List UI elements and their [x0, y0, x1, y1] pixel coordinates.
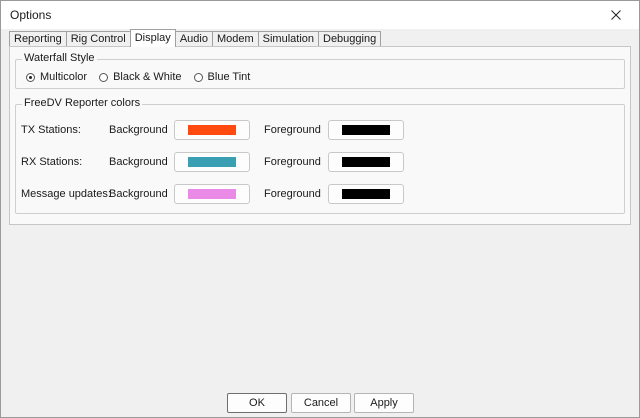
tx-foreground-label: Foreground	[264, 124, 321, 136]
tx-foreground-color-button[interactable]	[328, 120, 404, 140]
tab-audio[interactable]: Audio	[174, 31, 213, 47]
dialog-button-bar: OK Cancel Apply	[1, 382, 639, 418]
radio-black-white[interactable]: Black & White	[99, 71, 182, 83]
radio-button[interactable]	[193, 72, 203, 82]
tab-reporting[interactable]: Reporting	[9, 31, 67, 47]
title-bar: Options	[1, 1, 639, 29]
radio-multicolor-label: Multicolor	[40, 71, 88, 83]
tab-rig-control[interactable]: Rig Control	[65, 31, 131, 47]
rx-foreground-color-button[interactable]	[328, 152, 404, 172]
rx-stations-label: RX Stations:	[21, 156, 83, 168]
rx-foreground-label: Foreground	[264, 156, 321, 168]
rx-background-swatch	[188, 157, 236, 167]
close-icon	[611, 10, 621, 20]
reporter-colors-group: FreeDV Reporter colors TX Stations: Back…	[15, 97, 625, 214]
tx-background-label: Background	[109, 124, 168, 136]
msg-foreground-color-button[interactable]	[328, 184, 404, 204]
tx-background-color-button[interactable]	[174, 120, 250, 140]
close-button[interactable]	[593, 1, 639, 29]
msg-background-color-button[interactable]	[174, 184, 250, 204]
waterfall-style-options: Multicolor Black & White Blue Tint	[26, 71, 262, 83]
apply-button[interactable]: Apply	[354, 393, 414, 413]
msg-foreground-label: Foreground	[264, 188, 321, 200]
waterfall-style-legend: Waterfall Style	[22, 52, 97, 64]
rx-background-label: Background	[109, 156, 168, 168]
radio-button[interactable]	[99, 72, 109, 82]
radio-button-checked[interactable]	[26, 72, 35, 82]
message-updates-row: Message updates: Background Foreground	[16, 184, 624, 204]
reporter-colors-legend: FreeDV Reporter colors	[22, 97, 143, 109]
tab-debugging[interactable]: Debugging	[318, 31, 382, 47]
tx-foreground-swatch	[342, 125, 390, 135]
tx-stations-label: TX Stations:	[21, 124, 81, 136]
msg-foreground-swatch	[342, 189, 390, 199]
rx-background-color-button[interactable]	[174, 152, 250, 172]
msg-background-label: Background	[109, 188, 168, 200]
window-title: Options	[10, 8, 52, 22]
cancel-button[interactable]: Cancel	[291, 393, 351, 413]
message-updates-label: Message updates:	[21, 188, 111, 200]
tx-stations-row: TX Stations: Background Foreground	[16, 120, 624, 140]
radio-black-white-label: Black & White	[113, 71, 182, 83]
msg-background-swatch	[188, 189, 236, 199]
tab-strip: Reporting Rig Control Display Audio Mode…	[9, 29, 382, 47]
ok-button[interactable]: OK	[227, 393, 287, 413]
display-tab-panel: Waterfall Style Multicolor Black & White…	[9, 46, 631, 225]
options-window: Options Reporting Rig Control Display Au…	[0, 0, 640, 418]
rx-foreground-swatch	[342, 157, 390, 167]
tab-display[interactable]: Display	[129, 29, 176, 47]
tab-simulation[interactable]: Simulation	[257, 31, 319, 47]
waterfall-style-group: Waterfall Style Multicolor Black & White…	[15, 52, 625, 89]
radio-blue-tint[interactable]: Blue Tint	[193, 71, 251, 83]
tx-background-swatch	[188, 125, 236, 135]
tab-modem[interactable]: Modem	[211, 31, 259, 47]
rx-stations-row: RX Stations: Background Foreground	[16, 152, 624, 172]
radio-multicolor[interactable]: Multicolor	[26, 71, 87, 83]
radio-blue-tint-label: Blue Tint	[207, 71, 251, 83]
